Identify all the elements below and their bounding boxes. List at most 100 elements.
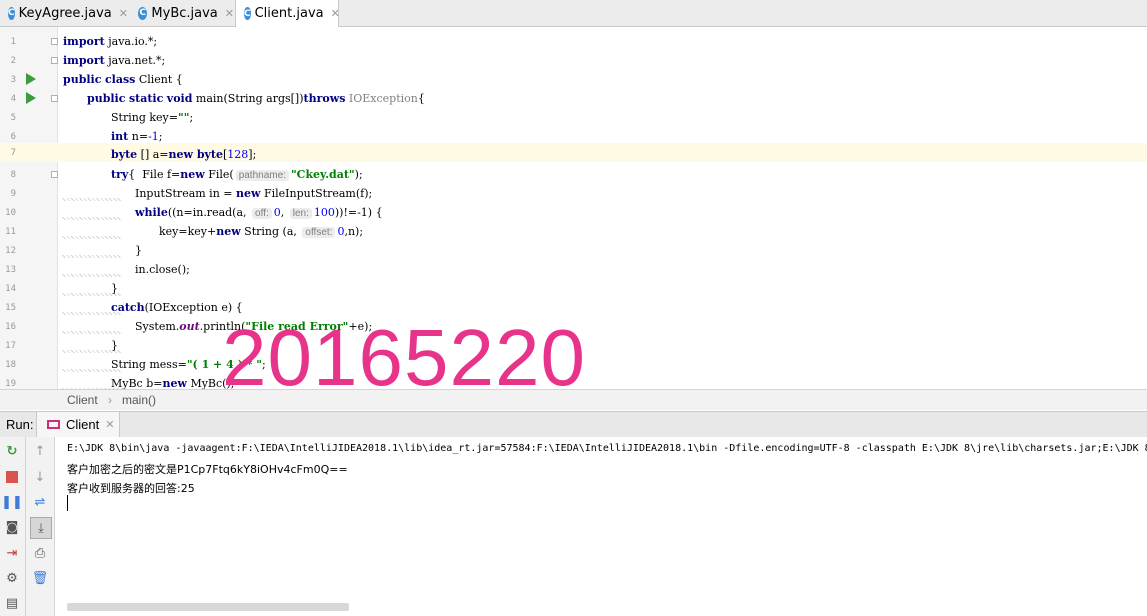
line-number: 8	[10, 170, 16, 180]
breadcrumb-class[interactable]: Client	[67, 393, 98, 407]
class-icon: C	[244, 7, 251, 20]
code-line[interactable]: 13 in.close();	[0, 260, 1147, 279]
console-icon	[47, 420, 60, 429]
print-icon[interactable]: ⎙	[32, 545, 48, 561]
code-text: import java.net.*;	[63, 54, 166, 67]
trash-icon[interactable]: 🗑	[32, 570, 49, 586]
line-number: 12	[5, 246, 16, 256]
code-text: import java.io.*;	[63, 35, 158, 48]
settings-icon[interactable]: ⚙	[4, 570, 20, 586]
code-text: InputStream in = new FileInputStream(f);	[135, 187, 373, 200]
tab-label: KeyAgree.java	[18, 5, 112, 21]
exit-icon[interactable]: ⇥	[4, 545, 20, 561]
tab-keyagree[interactable]: C KeyAgree.java ✕	[0, 0, 128, 26]
code-line-current[interactable]: 7 byte [] a=new byte[128];	[0, 143, 1147, 162]
line-number: 4	[10, 94, 16, 104]
breadcrumb-method[interactable]: main()	[122, 393, 156, 407]
pause-icon[interactable]: ❚❚	[1, 494, 23, 510]
code-text: while((n=in.read(a, off: 0, len: 100))!=-1…	[135, 206, 383, 219]
fold-icon[interactable]	[51, 38, 58, 45]
stop-icon[interactable]	[4, 469, 20, 485]
run-tool-window-header: Run: Client ✕	[0, 411, 1147, 438]
text-cursor	[67, 495, 68, 511]
layout-icon[interactable]: ▤	[4, 595, 20, 611]
run-toolbar-primary: ↻ ❚❚ ◙ ⇥ ⚙ ▤	[0, 437, 26, 616]
run-gutter-icon[interactable]	[26, 92, 36, 104]
rerun-icon[interactable]: ↻	[4, 443, 20, 459]
line-number: 15	[5, 303, 16, 313]
line-number: 6	[10, 132, 16, 142]
arrow-down-icon[interactable]: ↓	[32, 469, 48, 485]
tab-label: MyBc.java	[151, 5, 218, 21]
tab-client[interactable]: C Client.java ✕	[235, 0, 340, 27]
fold-icon[interactable]	[51, 171, 58, 178]
close-icon[interactable]: ✕	[119, 7, 128, 20]
code-line[interactable]: 3 public class Client {	[0, 70, 1147, 89]
indent-guide	[62, 331, 122, 334]
run-toolbar-secondary: ↑ ↓ ⇌ ⤓ ⎙ 🗑	[26, 437, 55, 616]
run-tab-client[interactable]: Client ✕	[36, 412, 120, 437]
line-number: 11	[5, 227, 16, 237]
line-number: 19	[5, 379, 16, 389]
code-line[interactable]: 4 public static void main(String args[])…	[0, 89, 1147, 108]
soft-wrap-icon[interactable]: ⇌	[32, 494, 48, 510]
overlay-number: 20165220	[222, 313, 586, 402]
code-line[interactable]: 12 }	[0, 241, 1147, 260]
line-number: 2	[10, 56, 16, 66]
close-icon[interactable]: ✕	[225, 7, 234, 20]
line-number: 17	[5, 341, 16, 351]
horizontal-scrollbar[interactable]	[67, 603, 349, 611]
run-tab-label: Client	[66, 417, 100, 432]
arrow-up-icon[interactable]: ↑	[32, 443, 48, 459]
indent-guide	[62, 217, 122, 220]
scroll-to-end-icon[interactable]: ⤓	[30, 517, 52, 539]
line-number: 18	[5, 360, 16, 370]
code-line[interactable]: 2 import java.net.*;	[0, 51, 1147, 70]
line-number: 10	[5, 208, 16, 218]
code-text: in.close();	[135, 263, 190, 276]
close-icon[interactable]: ✕	[331, 7, 340, 20]
parameter-hint: len:	[289, 208, 312, 219]
line-number: 1	[10, 37, 16, 47]
code-text: int n=-1;	[111, 130, 163, 143]
class-icon: C	[8, 6, 15, 20]
run-label: Run:	[6, 417, 34, 432]
code-text: }	[111, 282, 118, 295]
code-line[interactable]: 8 try{ File f=new File(pathname: "Ckey.da…	[0, 165, 1147, 184]
fold-icon[interactable]	[51, 95, 58, 102]
code-line[interactable]: 5 String key="";	[0, 108, 1147, 127]
console-line: 客户加密之后的密文是P1Cp7Ftq6kY8iOHv4cFm0Q==	[67, 463, 348, 476]
code-text: byte [] a=new byte[128];	[111, 148, 257, 161]
line-number: 3	[10, 75, 16, 85]
breadcrumb-separator: ›	[108, 393, 112, 407]
console-line: 客户收到服务器的回答:25	[67, 482, 195, 495]
code-line[interactable]: 14 }	[0, 279, 1147, 298]
parameter-hint: pathname:	[235, 170, 289, 181]
code-text: MyBc b=new MyBc();	[111, 377, 235, 389]
fold-icon[interactable]	[51, 57, 58, 64]
code-line[interactable]: 1 import java.io.*;	[0, 32, 1147, 51]
close-icon[interactable]: ✕	[105, 418, 114, 431]
code-text: String key="";	[111, 111, 194, 124]
editor-tab-bar: C KeyAgree.java ✕ C MyBc.java ✕ C Client…	[0, 0, 1147, 27]
tab-mybc[interactable]: C MyBc.java ✕	[130, 0, 234, 26]
camera-icon[interactable]: ◙	[4, 519, 20, 535]
code-line[interactable]: 9 InputStream in = new FileInputStream(f…	[0, 184, 1147, 203]
indent-guide	[62, 236, 122, 239]
run-gutter-icon[interactable]	[26, 73, 36, 85]
line-number: 5	[10, 113, 16, 123]
console-output[interactable]: E:\JDK 8\bin\java -javaagent:F:\IEDA\Int…	[55, 437, 1147, 616]
line-number: 13	[5, 265, 16, 275]
code-text: key=key+new String (a, offset: 0,n);	[159, 225, 364, 238]
line-number: 7	[10, 148, 16, 158]
code-text: }	[111, 339, 118, 352]
parameter-hint: offset:	[302, 227, 336, 238]
code-line[interactable]: 11 key=key+new String (a, offset: 0,n);	[0, 222, 1147, 241]
code-text: public static void main(String args[])th…	[87, 92, 425, 105]
parameter-hint: off:	[252, 208, 272, 219]
line-number: 9	[10, 189, 16, 199]
console-line: E:\JDK 8\bin\java -javaagent:F:\IEDA\Int…	[67, 443, 1147, 454]
code-line[interactable]: 10 while((n=in.read(a, off: 0, len: 100))!…	[0, 203, 1147, 222]
indent-guide	[62, 198, 122, 201]
indent-guide	[62, 274, 122, 277]
